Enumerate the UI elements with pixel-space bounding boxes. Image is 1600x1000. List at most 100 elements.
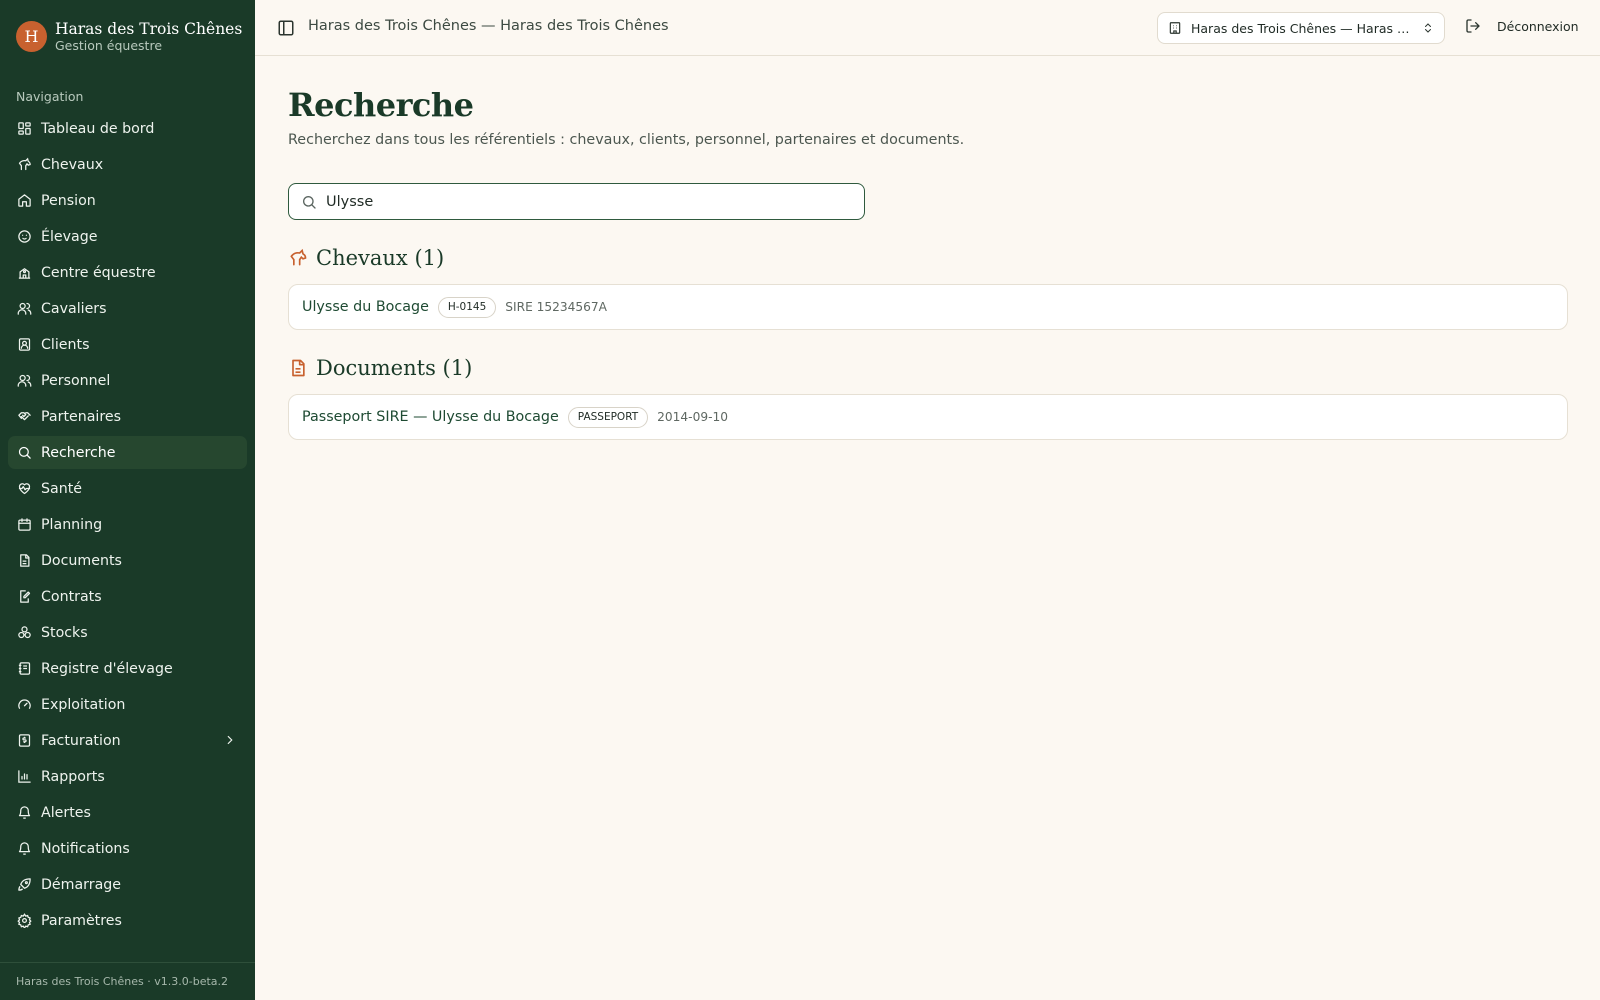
calendar-icon — [18, 518, 31, 531]
section-horses: Chevaux (1) — [288, 246, 444, 270]
sidebar-item-clients[interactable]: Clients — [8, 328, 247, 361]
sidebar-item-stocks[interactable]: Stocks — [8, 616, 247, 649]
page-title: Recherche — [288, 86, 474, 124]
logout-label: Déconnexion — [1497, 18, 1579, 34]
sidebar-item-label: Chevaux — [41, 156, 104, 173]
sidebar-item-label: Clients — [41, 336, 90, 353]
result-row[interactable]: Passeport SIRE — Ulysse du Bocage PASSEP… — [288, 394, 1568, 440]
result-row[interactable]: Ulysse du Bocage H-0145 SIRE 15234567A — [288, 284, 1568, 330]
sidebar-item-settings[interactable]: Paramètres — [8, 904, 247, 937]
sidebar-item-label: Planning — [41, 516, 103, 533]
sidebar-item-riders[interactable]: Cavaliers — [8, 292, 247, 325]
section-title: Documents (1) — [316, 356, 473, 380]
sidebar-item-label: Centre équestre — [41, 264, 156, 281]
sidebar-item-breeding[interactable]: Élevage — [8, 220, 247, 253]
sidebar-item-riding-center[interactable]: Centre équestre — [8, 256, 247, 289]
sidebar-item-getting-started[interactable]: Démarrage — [8, 868, 247, 901]
search-box[interactable] — [288, 183, 865, 220]
heart-pulse-icon — [18, 483, 31, 495]
brand-logo: H — [16, 21, 47, 52]
boxes-icon — [18, 626, 31, 639]
horse-icon — [18, 157, 31, 171]
sidebar-item-label: Cavaliers — [41, 300, 107, 317]
sidebar-item-label: Stocks — [41, 624, 88, 641]
sidebar-item-label: Notifications — [41, 840, 130, 857]
sidebar-item-operations[interactable]: Exploitation — [8, 688, 247, 721]
sidebar-item-alerts[interactable]: Alertes — [8, 796, 247, 829]
file-text-icon — [20, 554, 30, 567]
sidebar-item-horses[interactable]: Chevaux — [8, 148, 247, 181]
result-badge: H-0145 — [437, 296, 497, 318]
logout-icon — [1466, 19, 1480, 33]
gear-icon — [17, 913, 32, 928]
dashboard-icon — [18, 122, 31, 135]
sidebar-item-reports[interactable]: Rapports — [8, 760, 247, 793]
sidebar-item-billing[interactable]: Facturation — [8, 724, 247, 757]
file-text-icon — [292, 359, 305, 377]
users-icon — [17, 302, 32, 315]
sidebar-item-partners[interactable]: Partenaires — [8, 400, 247, 433]
bar-chart-icon — [18, 770, 31, 783]
sidebar-item-pension[interactable]: Pension — [8, 184, 247, 217]
baby-icon — [18, 230, 31, 243]
sidebar-item-notifications[interactable]: Notifications — [8, 832, 247, 865]
result-badge: PASSEPORT — [567, 406, 649, 428]
sidebar-item-dashboard[interactable]: Tableau de bord — [8, 112, 247, 145]
sidebar-item-label: Santé — [41, 480, 82, 497]
sidebar-item-label: Recherche — [41, 444, 116, 461]
brand-name: Haras des Trois Chênes — [55, 20, 243, 38]
logout-button[interactable]: Déconnexion — [1465, 18, 1579, 34]
topbar: Haras des Trois Chênes — Haras des Trois… — [255, 0, 1600, 56]
search-icon — [303, 195, 316, 209]
sidebar-item-label: Contrats — [41, 588, 102, 605]
chevron-right-icon — [227, 735, 233, 745]
result-name: Ulysse du Bocage — [302, 299, 429, 315]
sidebar-item-label: Exploitation — [41, 696, 126, 713]
search-input[interactable] — [326, 193, 846, 210]
brand[interactable]: H Haras des Trois Chênes Gestion équestr… — [16, 20, 242, 53]
sidebar-item-health[interactable]: Santé — [8, 472, 247, 505]
sidebar-nav: Tableau de bord Chevaux Pension Élevage … — [8, 112, 247, 940]
file-signature-icon — [20, 590, 31, 603]
sidebar-item-label: Personnel — [41, 372, 111, 389]
house-icon — [18, 194, 31, 207]
receipt-icon — [18, 734, 31, 747]
sidebar-item-breeding-register[interactable]: Registre d'élevage — [8, 652, 247, 685]
sidebar-item-label: Rapports — [41, 768, 105, 785]
organization-select-value: Haras des Trois Chênes — Haras des Trois… — [1191, 20, 1416, 36]
horse-icon — [290, 248, 307, 266]
sidebar-item-label: Démarrage — [41, 876, 122, 893]
sidebar-item-staff[interactable]: Personnel — [8, 364, 247, 397]
nav-heading: Navigation — [16, 89, 84, 104]
result-name: Passeport SIRE — Ulysse du Bocage — [302, 409, 559, 425]
sidebar-item-search[interactable]: Recherche — [8, 436, 247, 469]
sidebar-item-label: Pension — [41, 192, 96, 209]
brand-subtitle: Gestion équestre — [55, 38, 163, 53]
sidebar-item-label: Facturation — [41, 732, 121, 749]
users-icon — [17, 374, 32, 387]
result-meta: SIRE 15234567A — [505, 300, 608, 314]
chevrons-up-down-icon — [1425, 23, 1431, 33]
sidebar-item-label: Élevage — [41, 228, 98, 245]
bell-icon — [18, 842, 31, 855]
sidebar-item-label: Registre d'élevage — [41, 660, 173, 677]
sidebar-item-label: Documents — [41, 552, 122, 569]
school-icon — [18, 268, 31, 279]
sidebar-item-planning[interactable]: Planning — [8, 508, 247, 541]
sidebar: H Haras des Trois Chênes Gestion équestr… — [0, 0, 255, 1000]
building-icon — [1169, 22, 1181, 34]
sidebar-footer: Haras des Trois Chênes · v1.3.0-beta.2 — [0, 962, 255, 1000]
breadcrumb: Haras des Trois Chênes — Haras des Trois… — [308, 18, 669, 34]
handshake-icon — [18, 412, 31, 421]
bell-icon — [18, 806, 31, 819]
page-description: Recherchez dans tous les référentiels : … — [288, 132, 965, 148]
result-meta: 2014-09-10 — [657, 410, 728, 424]
organization-select[interactable]: Haras des Trois Chênes — Haras des Trois… — [1157, 12, 1445, 44]
rocket-icon — [18, 878, 31, 891]
sidebar-item-contracts[interactable]: Contrats — [8, 580, 247, 613]
sidebar-item-label: Alertes — [41, 804, 91, 821]
sidebar-item-documents[interactable]: Documents — [8, 544, 247, 577]
sidebar-toggle-icon[interactable] — [277, 19, 295, 37]
sidebar-item-label: Tableau de bord — [41, 120, 155, 137]
gauge-icon — [18, 699, 31, 709]
